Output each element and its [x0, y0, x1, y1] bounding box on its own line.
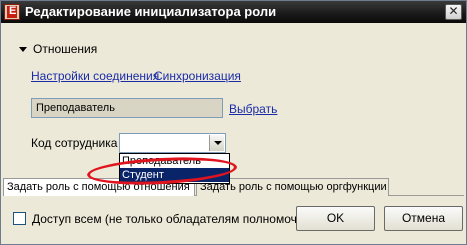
access-all-label: Доступ всем (не только обладателям полно… [32, 212, 315, 226]
title-bar[interactable]: Редактирование инициализатора роли ✕ [1, 1, 466, 23]
window-title: Редактирование инициализатора роли [25, 4, 277, 19]
cancel-button[interactable]: Отмена [384, 206, 463, 231]
section-title: Отношения [33, 42, 98, 56]
connection-settings-link[interactable]: Настройки соединения [31, 69, 159, 83]
employee-code-label: Код сотрудника [31, 136, 118, 150]
app-icon [4, 4, 20, 20]
ok-button[interactable]: OK [296, 206, 375, 231]
expand-triangle-icon [19, 46, 27, 52]
choose-link[interactable]: Выбрать [229, 102, 277, 116]
access-all-checkbox[interactable] [13, 212, 26, 225]
sync-link[interactable]: Синхронизация [154, 69, 241, 83]
close-button[interactable]: ✕ [445, 4, 462, 20]
tab-strip: Задать роль с помощью отношения Задать р… [3, 178, 464, 196]
dropdown-arrow-icon[interactable] [209, 135, 224, 151]
employee-code-combobox[interactable] [119, 133, 226, 153]
dialog-window: Редактирование инициализатора роли ✕ Отн… [0, 0, 467, 245]
teacher-field[interactable]: Преподаватель [31, 98, 223, 118]
relations-section-toggle[interactable]: Отношения [19, 42, 97, 56]
